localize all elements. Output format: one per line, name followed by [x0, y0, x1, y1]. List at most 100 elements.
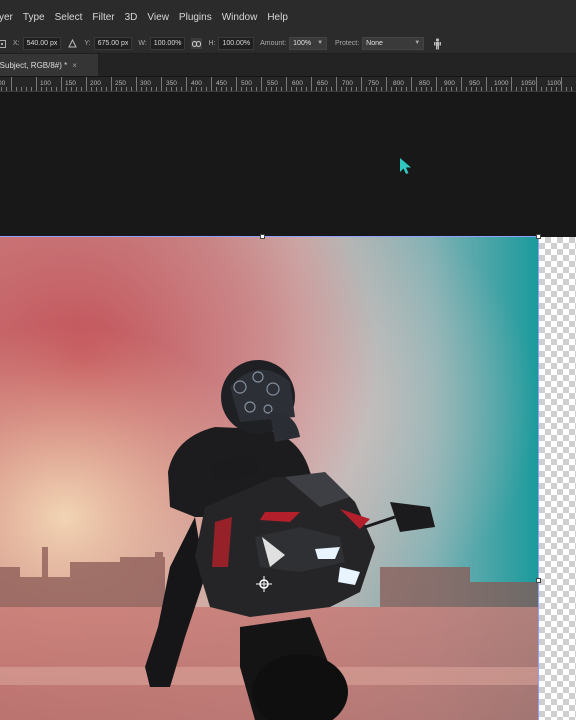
ruler-tick [16, 87, 17, 91]
ruler-tick [516, 87, 517, 91]
ruler-tick [131, 87, 132, 91]
ruler-tick [556, 87, 557, 91]
menu-view[interactable]: View [142, 12, 174, 23]
x-label: X: [13, 40, 20, 47]
ruler-tick [196, 87, 197, 91]
ruler-tick [366, 87, 367, 91]
ruler-tick [371, 87, 372, 91]
ruler-tick [356, 87, 357, 91]
ruler-tick [391, 87, 392, 91]
protect-select[interactable]: None ▼ [362, 37, 425, 50]
ruler-label: 1100 [547, 80, 561, 87]
ruler-tick [216, 87, 217, 91]
h-label: H: [208, 40, 216, 47]
document-canvas[interactable] [0, 237, 539, 720]
ruler-tick [411, 77, 412, 91]
ruler-label: 400 [191, 80, 202, 87]
menu-help[interactable]: Help [262, 12, 293, 23]
ruler-label: 600 [292, 80, 303, 87]
ruler-tick [146, 87, 147, 91]
ruler-tick [181, 87, 182, 91]
ruler-tick [281, 87, 282, 91]
ruler-tick [56, 87, 57, 91]
ruler-tick [436, 77, 437, 91]
ruler-tick [186, 77, 187, 91]
ruler-tick [361, 77, 362, 91]
transform-handle-top[interactable] [260, 234, 265, 239]
ruler-tick [36, 77, 37, 91]
ruler-tick [101, 87, 102, 91]
menu-3d[interactable]: 3D [120, 12, 143, 23]
ruler-tick [71, 87, 72, 91]
ruler-label: 100 [40, 80, 51, 87]
ruler-tick [111, 77, 112, 91]
y-position-field[interactable]: 675.00 px [93, 37, 133, 50]
menu-filter[interactable]: Filter [87, 12, 119, 23]
ruler-tick [116, 87, 117, 91]
horizontal-ruler[interactable]: 00 100 150 200 250 300 350 400 450 500 5… [0, 77, 576, 92]
ruler-label: 500 [241, 80, 252, 87]
ruler-label: 900 [444, 80, 455, 87]
document-tab[interactable]: (Subject, RGB/8#) * × [0, 54, 98, 76]
menu-select[interactable]: Select [50, 12, 88, 23]
x-position-field[interactable]: 540.00 px [22, 37, 62, 50]
transform-handle-top-right[interactable] [536, 234, 541, 239]
ruler-tick [396, 87, 397, 91]
ruler-tick [431, 87, 432, 91]
options-bar: X: 540.00 px Y: 675.00 px W: 100.00% H: … [0, 34, 576, 54]
amount-label: Amount: [260, 40, 287, 47]
ruler-tick [86, 77, 87, 91]
ruler-tick [191, 87, 192, 91]
ruler-tick [571, 87, 572, 91]
ruler-tick [211, 77, 212, 91]
ruler-tick [296, 87, 297, 91]
ruler-tick [266, 87, 267, 91]
ruler-tick [176, 87, 177, 91]
protect-value: None [366, 40, 383, 47]
ruler-tick [96, 87, 97, 91]
ruler-tick [451, 87, 452, 91]
height-field[interactable]: 100.00% [218, 37, 255, 50]
ruler-tick [491, 87, 492, 91]
menu-plugins[interactable]: Plugins [174, 12, 217, 23]
amount-select[interactable]: 100% ▼ [289, 37, 328, 50]
ruler-label: 250 [115, 80, 126, 87]
ruler-tick [311, 77, 312, 91]
ruler-tick [136, 77, 137, 91]
ruler-tick [286, 77, 287, 91]
link-icon[interactable] [191, 38, 203, 49]
ruler-tick [341, 87, 342, 91]
document-tab-title: (Subject, RGB/8#) * [0, 60, 68, 70]
mouse-cursor-icon [399, 157, 413, 180]
ruler-tick [306, 87, 307, 91]
ruler-tick [256, 87, 257, 91]
menu-window[interactable]: Window [217, 12, 263, 23]
ruler-tick [531, 87, 532, 91]
ruler-tick [246, 87, 247, 91]
ruler-tick [141, 87, 142, 91]
ruler-label: 200 [90, 80, 101, 87]
ruler-tick [26, 87, 27, 91]
ruler-tick [426, 87, 427, 91]
transform-handle-right[interactable] [536, 578, 541, 583]
ruler-label: 800 [393, 80, 404, 87]
ruler-tick [346, 87, 347, 91]
close-icon[interactable]: × [72, 61, 77, 70]
ruler-tick [251, 87, 252, 91]
ruler-tick [1, 87, 2, 91]
ruler-tick [386, 77, 387, 91]
puppet-figure-icon[interactable] [432, 37, 443, 49]
ruler-tick [221, 87, 222, 91]
reference-point-crosshair-icon[interactable] [256, 576, 272, 597]
width-field[interactable]: 100.00% [149, 37, 186, 50]
ruler-label: 300 [140, 80, 151, 87]
ruler-tick [121, 87, 122, 91]
document-tab-bar: (Subject, RGB/8#) * × [0, 54, 576, 77]
delta-triangle-icon[interactable] [67, 38, 78, 49]
ruler-tick [551, 87, 552, 91]
reference-point-icon[interactable] [0, 38, 7, 49]
menu-layer[interactable]: yer [0, 12, 18, 23]
menu-type[interactable]: Type [18, 12, 50, 23]
transparent-area [539, 237, 576, 720]
ruler-label: 950 [469, 80, 480, 87]
